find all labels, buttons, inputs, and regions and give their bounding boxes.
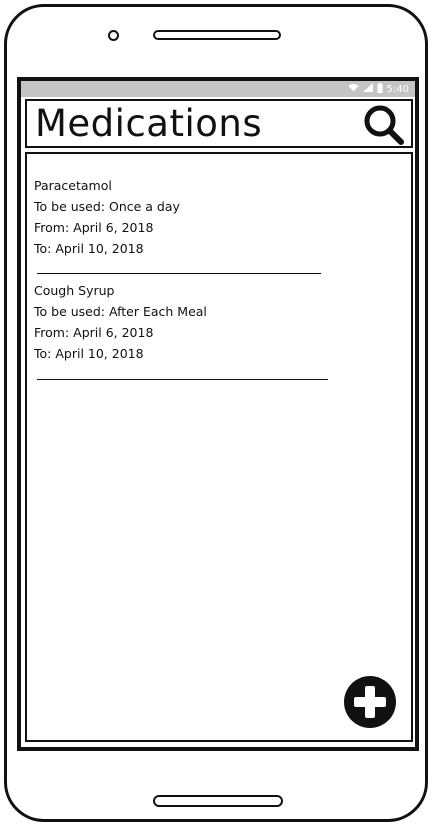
status-time: 5:40 (386, 83, 409, 95)
medication-usage: To be used: Once a day (34, 199, 180, 214)
battery-icon (377, 82, 383, 96)
home-button[interactable] (153, 795, 283, 807)
divider (37, 273, 321, 274)
wifi-icon (348, 83, 359, 95)
front-camera (108, 30, 119, 41)
screen: 5:40 Medications Paracetamol To be used:… (17, 77, 419, 751)
earpiece-speaker (153, 30, 281, 40)
medication-list: Paracetamol To be used: Once a day From:… (25, 152, 413, 742)
medication-from: From: April 6, 2018 (34, 325, 154, 340)
app-bar: Medications (25, 99, 413, 148)
divider (37, 379, 328, 380)
search-icon (364, 105, 404, 145)
search-button[interactable] (361, 103, 407, 147)
medication-to: To: April 10, 2018 (34, 241, 144, 256)
list-item[interactable]: Cough Syrup To be used: After Each Meal … (34, 280, 207, 364)
medication-to: To: April 10, 2018 (34, 346, 144, 361)
signal-icon (362, 83, 373, 95)
list-item[interactable]: Paracetamol To be used: Once a day From:… (34, 175, 180, 259)
page-title: Medications (35, 102, 263, 145)
medication-name: Paracetamol (34, 178, 112, 193)
add-medication-button[interactable] (343, 675, 397, 729)
status-bar: 5:40 (21, 81, 415, 97)
medication-name: Cough Syrup (34, 283, 115, 298)
medication-from: From: April 6, 2018 (34, 220, 154, 235)
medication-usage: To be used: After Each Meal (34, 304, 207, 319)
plus-icon (344, 676, 396, 728)
